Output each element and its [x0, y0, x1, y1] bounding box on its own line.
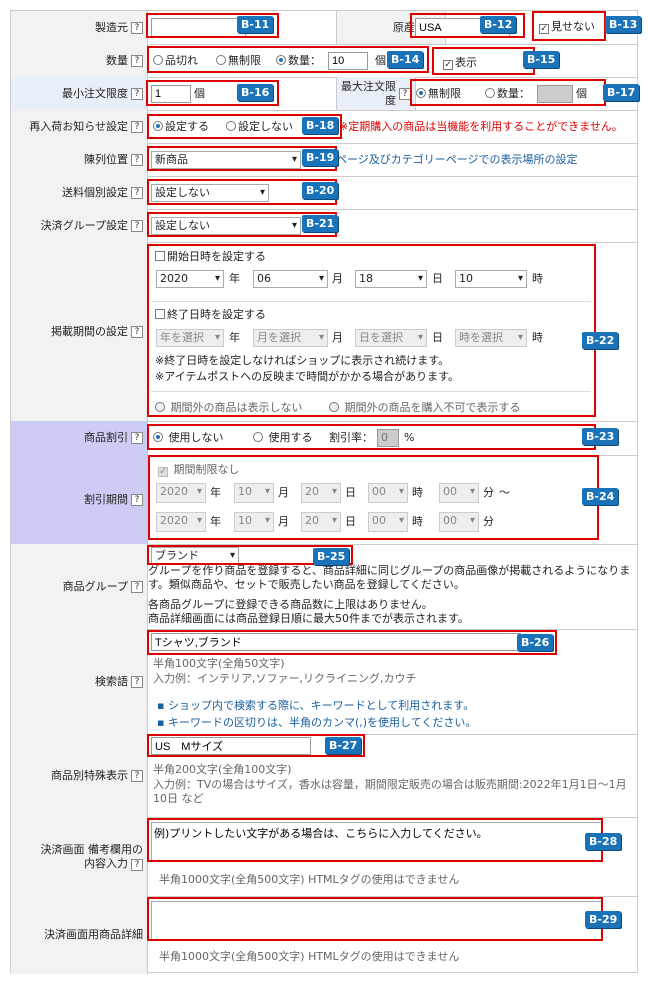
- special-hint-1: 半角200文字(全角100文字): [153, 763, 292, 776]
- annotation-badge: B-20: [302, 182, 339, 199]
- restock-note: ※定期購入の商品は当機能を利用することができません。: [339, 120, 623, 133]
- detail-hint: 半角1000文字(全角500文字) HTMLタグの使用はできません: [159, 950, 460, 963]
- help-icon[interactable]: ?: [131, 325, 143, 338]
- group-note-1: グループを作り商品を登録すると、商品詳細に同じグループの商品画像が掲載されるよう…: [148, 564, 631, 591]
- annotation-badge: B-25: [313, 548, 350, 565]
- help-icon[interactable]: ?: [131, 493, 143, 506]
- annotation-box: [147, 244, 596, 417]
- help-icon[interactable]: ?: [131, 153, 143, 166]
- help-icon[interactable]: ?: [131, 675, 143, 688]
- memo-label: 決済画面 備考欄用の 内容入力?: [11, 817, 148, 896]
- annotation-badge: B-19: [302, 149, 339, 166]
- annotation-box: [147, 630, 557, 655]
- annotation-badge: B-18: [302, 117, 339, 134]
- max-order-label: 最大注文限度?: [336, 77, 416, 110]
- annotation-badge: B-12: [480, 16, 517, 33]
- help-icon[interactable]: ?: [131, 21, 143, 34]
- annotation-box: [147, 424, 596, 450]
- annotation-box: [147, 897, 603, 941]
- special-label: 商品別特殊表示?: [11, 734, 148, 817]
- annotation-box: [532, 11, 606, 41]
- payment-group-label: 決済グループ設定?: [11, 209, 148, 242]
- annotation-badge: B-22: [582, 332, 619, 349]
- annotation-badge: B-24: [582, 488, 619, 505]
- group-label: 商品グループ?: [11, 544, 148, 629]
- annotation-badge: B-29: [585, 911, 622, 928]
- annotation-badge: B-23: [582, 428, 619, 445]
- help-icon[interactable]: ?: [131, 432, 143, 444]
- keyword-label: 検索語?: [11, 629, 148, 734]
- help-icon[interactable]: ?: [131, 54, 143, 67]
- memo-hint: 半角1000文字(全角500文字) HTMLタグの使用はできません: [159, 873, 460, 886]
- help-icon[interactable]: ?: [131, 858, 143, 871]
- annotation-badge: B-16: [237, 84, 274, 101]
- annotation-badge: B-21: [302, 215, 339, 232]
- shipping-label: 送料個別設定?: [11, 176, 148, 209]
- help-icon[interactable]: ?: [131, 580, 143, 593]
- help-icon[interactable]: ?: [131, 219, 143, 232]
- help-icon[interactable]: ?: [131, 769, 143, 782]
- annotation-badge: B-11: [237, 16, 274, 33]
- annotation-box: [147, 818, 603, 862]
- annotation-box: [148, 455, 599, 540]
- maker-label: 製造元?: [11, 11, 148, 44]
- restock-label: 再入荷お知らせ設定?: [11, 110, 148, 143]
- annotation-box: [410, 79, 606, 106]
- period-label: 掲載期間の設定?: [11, 242, 148, 421]
- keyword-bullet-1: ▪ ショップ内で検索する際に、キーワードとして利用されます。: [157, 699, 475, 712]
- group-note-2: 各商品グループに登録できる商品数に上限はありません。: [148, 598, 433, 611]
- help-icon[interactable]: ?: [131, 120, 143, 133]
- detail-label: 決済画面用商品詳細: [11, 896, 148, 974]
- help-icon[interactable]: ?: [131, 87, 143, 100]
- annotation-badge: B-26: [517, 634, 554, 651]
- annotation-badge: B-13: [605, 16, 642, 33]
- annotation-box: [432, 47, 535, 75]
- keyword-bullet-2: ▪ キーワードの区切りは、半角のカンマ(,)を使用してください。: [157, 716, 477, 729]
- annotation-badge: B-14: [387, 51, 424, 68]
- display-pos-note: ページ及びカテゴリーページでの表示場所の設定: [336, 153, 578, 166]
- help-icon[interactable]: ?: [131, 186, 143, 199]
- discount-label: 商品割引?: [11, 421, 148, 455]
- min-order-label: 最小注文限度?: [11, 77, 148, 110]
- discount-period-label: 割引期間?: [11, 455, 148, 544]
- display-pos-label: 陳列位置?: [11, 143, 148, 176]
- keyword-hint-1: 半角100文字(全角50文字): [153, 657, 285, 670]
- annotation-badge: B-15: [523, 51, 560, 68]
- keyword-hint-2: 入力例：インテリア,ソファー,リクライニング,カウチ: [153, 672, 417, 685]
- qty-label: 数量?: [11, 44, 148, 77]
- annotation-badge: B-17: [603, 84, 640, 101]
- special-hint-2: 入力例：TVの場合はサイズ，香水は容量，期間限定販売の場合は販売期間:2022年…: [153, 778, 627, 805]
- group-note-3: 商品詳細画面には商品登録日順に最大50件までが表示されます。: [148, 612, 469, 625]
- annotation-badge: B-27: [325, 737, 362, 754]
- annotation-badge: B-28: [585, 833, 622, 850]
